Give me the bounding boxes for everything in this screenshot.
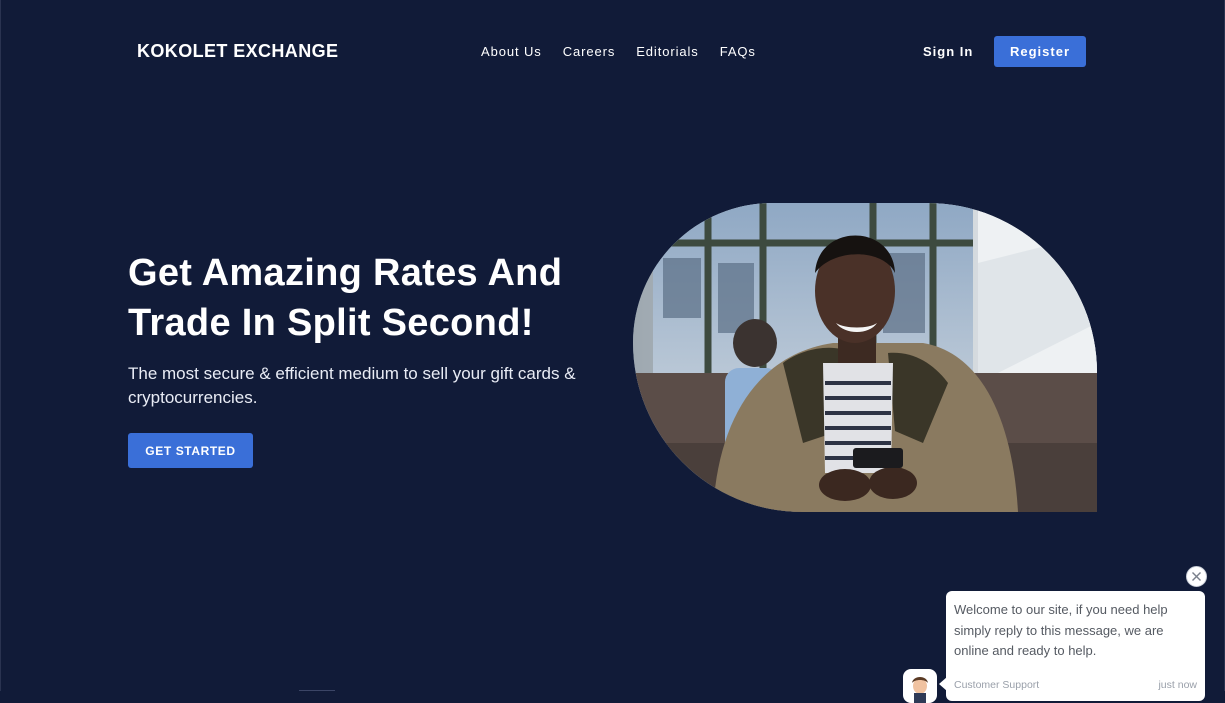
chat-message-bubble[interactable]: Welcome to our site, if you need help si…	[946, 591, 1205, 701]
chat-close-icon[interactable]	[1186, 566, 1207, 587]
chat-timestamp: just now	[1158, 679, 1197, 691]
site-logo[interactable]: KOKOLET EXCHANGE	[137, 41, 338, 62]
chat-message-text: Welcome to our site, if you need help si…	[954, 602, 1168, 658]
nav-link-careers[interactable]: Careers	[563, 44, 616, 59]
main-nav: About Us Careers Editorials FAQs	[481, 44, 756, 59]
hero-photo-illustration	[633, 203, 1097, 512]
hero-image	[633, 203, 1097, 512]
nav-link-faqs[interactable]: FAQs	[720, 44, 756, 59]
sign-in-link[interactable]: Sign In	[923, 44, 973, 59]
avatar-icon	[912, 677, 928, 703]
nav-link-editorials[interactable]: Editorials	[636, 44, 698, 59]
chat-bubble-tail	[939, 677, 947, 691]
register-button[interactable]: Register	[994, 36, 1086, 67]
nav-link-about-us[interactable]: About Us	[481, 44, 542, 59]
get-started-button[interactable]: GET STARTED	[128, 433, 253, 468]
close-icon	[1192, 572, 1201, 581]
support-agent-avatar[interactable]	[903, 669, 937, 703]
chat-sender-name: Customer Support	[954, 679, 1040, 691]
hero-title: Get Amazing Rates And Trade In Split Sec…	[128, 252, 563, 344]
hero-subtitle: The most secure & efficient medium to se…	[128, 364, 576, 407]
